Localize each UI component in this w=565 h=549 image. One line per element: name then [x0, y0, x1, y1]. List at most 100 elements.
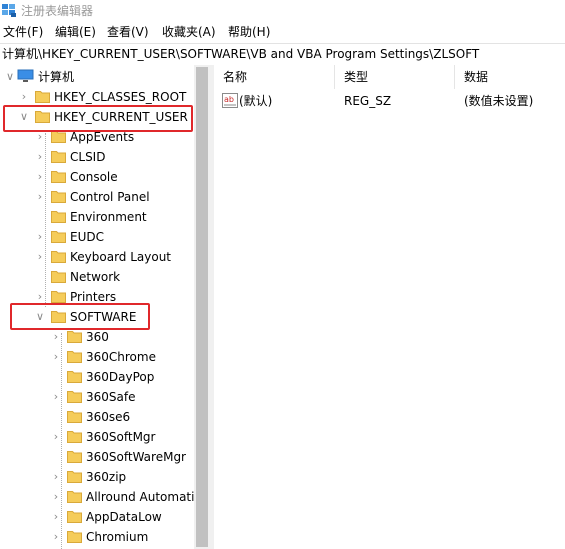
folder-icon [67, 370, 82, 383]
folder-icon [51, 150, 66, 163]
chevron-right-icon[interactable]: › [34, 150, 46, 164]
folder-icon [51, 230, 66, 243]
window-title: 注册表编辑器 [21, 4, 94, 18]
chevron-right-icon[interactable]: › [50, 470, 62, 484]
folder-icon [67, 530, 82, 543]
value-type: REG_SZ [344, 94, 392, 108]
folder-icon [51, 270, 66, 283]
menu-favorites[interactable]: 收藏夹(A) [162, 24, 216, 40]
tree-item-360softwaremgr[interactable]: 360SoftWareMgr [0, 447, 194, 467]
menu-help[interactable]: 帮助(H) [228, 24, 270, 40]
tree-item-label: Console [70, 170, 118, 184]
menu-bar: 文件(F) 编辑(E) 查看(V) 收藏夹(A) 帮助(H) [0, 22, 565, 42]
menu-edit[interactable]: 编辑(E) [55, 24, 96, 40]
chevron-right-icon[interactable]: › [34, 290, 46, 304]
chevron-right-icon[interactable]: › [34, 130, 46, 144]
tree-item-eudc[interactable]: › EUDC [0, 227, 194, 247]
string-value-icon: ab [222, 93, 238, 108]
chevron-right-icon[interactable]: › [34, 190, 46, 204]
tree-item-keyboard-layout[interactable]: › Keyboard Layout [0, 247, 194, 267]
folder-icon [67, 330, 82, 343]
address-bar[interactable]: 计算机\HKEY_CURRENT_USER\SOFTWARE\VB and VB… [0, 43, 565, 66]
folder-icon [67, 350, 82, 363]
tree-item-360safe[interactable]: › 360Safe [0, 387, 194, 407]
tree-item-label: Control Panel [70, 190, 150, 204]
folder-icon [67, 490, 82, 503]
tree-item-label: Allround Automatio [86, 490, 202, 504]
folder-icon [51, 290, 66, 303]
menu-file[interactable]: 文件(F) [3, 24, 43, 40]
chevron-right-icon[interactable]: › [34, 250, 46, 264]
tree-item-network[interactable]: Network [0, 267, 194, 287]
tree-item-360daypop[interactable]: 360DayPop [0, 367, 194, 387]
tree-item-label: 360SoftWareMgr [86, 450, 186, 464]
tree-item-label: Keyboard Layout [70, 250, 172, 264]
tree-item-label: 360SoftMgr [86, 430, 156, 444]
tree-item-clsid[interactable]: › CLSID [0, 147, 194, 167]
chevron-right-icon[interactable]: › [50, 510, 62, 524]
tree-item-label: 计算机 [38, 70, 75, 84]
chevron-right-icon[interactable]: › [34, 230, 46, 244]
tree-item-360[interactable]: › 360 [0, 327, 194, 347]
chevron-right-icon[interactable]: › [18, 90, 30, 104]
folder-icon [51, 190, 66, 203]
tree-item-label: EUDC [70, 230, 104, 244]
folder-icon [67, 450, 82, 463]
computer-icon [17, 69, 34, 82]
value-data: (数值未设置) [464, 94, 534, 108]
folder-icon [51, 170, 66, 183]
tree-item-360chrome[interactable]: › 360Chrome [0, 347, 194, 367]
tree-item-allround-automatio[interactable]: › Allround Automatio [0, 487, 202, 507]
tree-item-label: 360DayPop [86, 370, 155, 384]
svg-text:ab: ab [224, 95, 234, 104]
menu-view[interactable]: 查看(V) [107, 24, 149, 40]
title-bar: 注册表编辑器 [0, 0, 565, 22]
tree-item-computer[interactable]: ∨ 计算机 [0, 67, 194, 87]
folder-icon [67, 430, 82, 443]
values-list: 名称 类型 数据 ab (默认) REG_SZ (数值未设置) [214, 65, 565, 549]
folder-icon [67, 510, 82, 523]
registry-editor-app-icon [2, 4, 16, 17]
folder-icon [51, 210, 66, 223]
highlight-box-hkey-current-user [3, 105, 193, 132]
tree-scrollbar[interactable] [194, 65, 210, 549]
tree-item-chromium[interactable]: › Chromium [0, 527, 194, 547]
tree-item-label: CLSID [70, 150, 106, 164]
chevron-down-icon[interactable]: ∨ [4, 70, 16, 84]
tree-item-label: Network [70, 270, 121, 284]
tree-item-label: 360Chrome [86, 350, 156, 364]
tree-item-environment[interactable]: Environment [0, 207, 194, 227]
value-row[interactable]: ab (默认) REG_SZ (数值未设置) [214, 91, 565, 111]
tree-scrollbar-thumb[interactable] [196, 67, 208, 547]
tree-item-label: AppDataLow [86, 510, 162, 524]
tree-item-label: 360se6 [86, 410, 131, 424]
tree-item-label: HKEY_CLASSES_ROOT [54, 90, 187, 104]
highlight-box-software [10, 303, 150, 330]
value-name: (默认) [239, 94, 273, 108]
chevron-right-icon[interactable]: › [50, 530, 62, 544]
chevron-right-icon[interactable]: › [50, 490, 62, 504]
tree-item-console[interactable]: › Console [0, 167, 194, 187]
folder-icon [67, 470, 82, 483]
tree-item-hkey-classes-root[interactable]: › HKEY_CLASSES_ROOT [0, 87, 194, 107]
tree-item-360zip[interactable]: › 360zip [0, 467, 194, 487]
tree-item-360softmgr[interactable]: › 360SoftMgr [0, 427, 194, 447]
tree-item-label: Environment [70, 210, 147, 224]
address-path[interactable]: 计算机\HKEY_CURRENT_USER\SOFTWARE\VB and VB… [2, 46, 479, 62]
column-header-data[interactable]: 数据 [455, 65, 565, 89]
tree-item-360se6[interactable]: 360se6 [0, 407, 194, 427]
tree-item-label: 360 [86, 330, 109, 344]
column-header-name[interactable]: 名称 [214, 65, 335, 89]
chevron-right-icon[interactable]: › [50, 330, 62, 344]
folder-icon [35, 90, 50, 103]
tree-item-appdatalow[interactable]: › AppDataLow [0, 507, 194, 527]
chevron-right-icon[interactable]: › [50, 390, 62, 404]
chevron-right-icon[interactable]: › [50, 430, 62, 444]
tree-item-control-panel[interactable]: › Control Panel [0, 187, 194, 207]
tree-item-label: Chromium [86, 530, 149, 544]
folder-icon [67, 390, 82, 403]
folder-icon [51, 250, 66, 263]
chevron-right-icon[interactable]: › [50, 350, 62, 364]
column-header-type[interactable]: 类型 [335, 65, 455, 89]
chevron-right-icon[interactable]: › [34, 170, 46, 184]
